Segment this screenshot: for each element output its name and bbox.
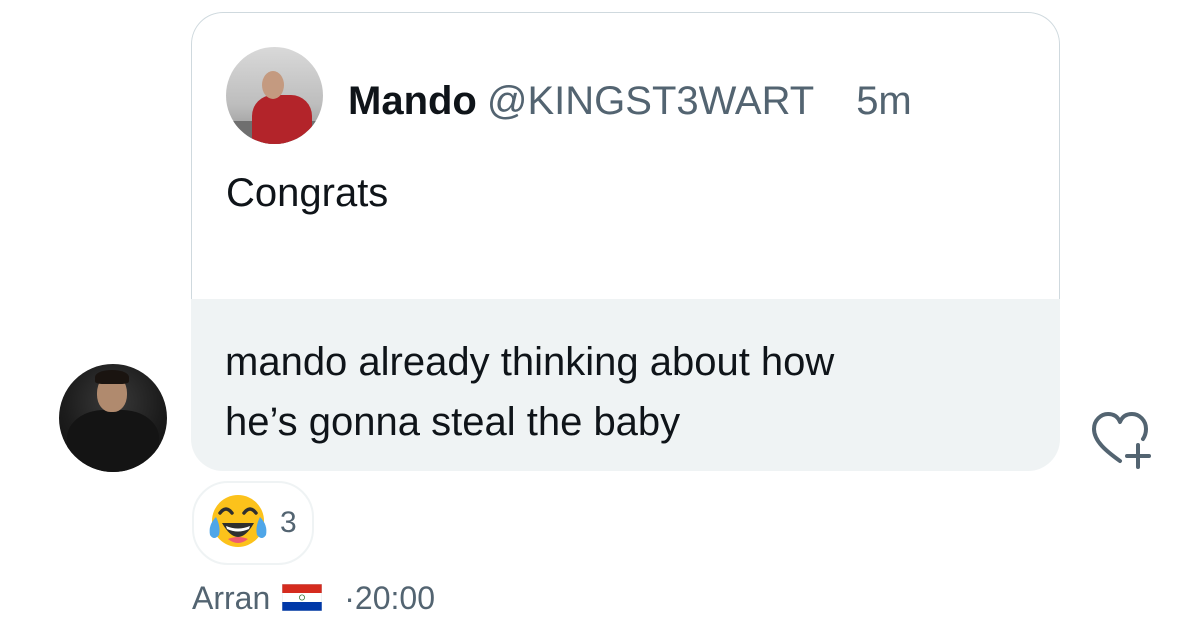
quoted-tweet-avatar[interactable]: [226, 47, 323, 144]
sender-avatar[interactable]: [59, 364, 167, 472]
dm-conversation: Mando @KINGST3WART 5m Congrats mando alrea…: [0, 0, 1200, 629]
meta-separator: ·: [344, 580, 355, 616]
message-line: he’s gonna steal the baby: [225, 400, 681, 444]
avatar-head: [262, 71, 284, 99]
message-meta: Arran ·20:00: [192, 578, 435, 618]
reaction-count: 3: [280, 506, 297, 539]
add-reaction-button[interactable]: [1086, 405, 1156, 475]
paraguay-flag-icon: [282, 584, 323, 612]
heart-plus-icon: [1092, 412, 1151, 469]
face-with-tears-of-joy-icon: [209, 495, 267, 547]
sender-name: Arran: [192, 580, 271, 616]
quoted-tweet-time: 5m: [856, 79, 912, 123]
quoted-tweet-name[interactable]: Mando: [348, 79, 477, 123]
message-time: 20:00: [354, 580, 435, 616]
message-line: mando already thinking about how: [225, 340, 835, 384]
quoted-tweet-header: Mando @KINGST3WART 5m: [348, 77, 912, 125]
quoted-tweet-card[interactable]: Mando @KINGST3WART 5m Congrats: [191, 12, 1060, 299]
message-text: mando already thinking about how he’s go…: [225, 332, 1025, 452]
message-bubble[interactable]: Mando @KINGST3WART 5m Congrats mando alrea…: [191, 12, 1060, 471]
quoted-tweet-handle[interactable]: @KINGST3WART: [487, 79, 814, 123]
quoted-tweet-text: Congrats: [226, 171, 389, 215]
reaction-pill[interactable]: 3: [192, 481, 314, 565]
avatar-body: [252, 95, 312, 144]
avatar-body: [67, 410, 159, 472]
avatar-hair: [95, 370, 129, 384]
